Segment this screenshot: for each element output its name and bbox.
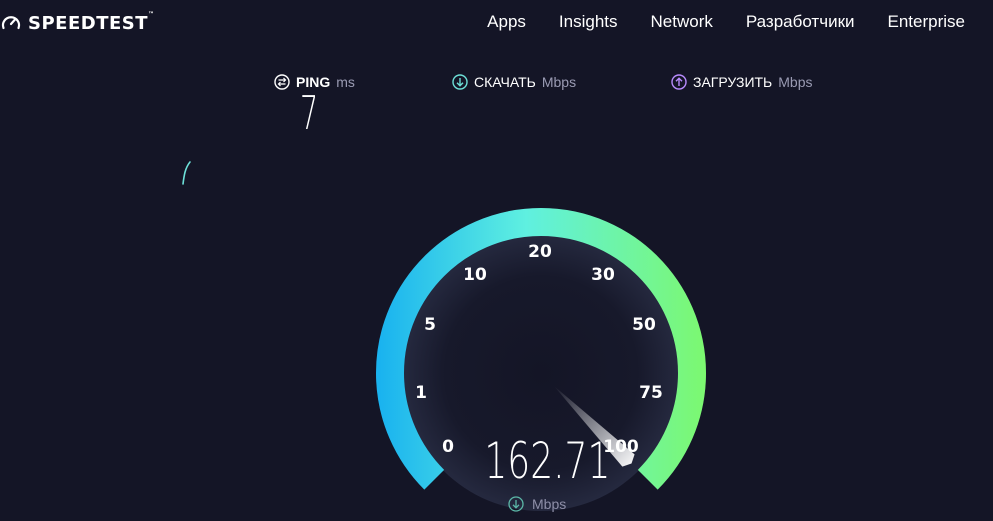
gauge-tick-30: 30 xyxy=(591,265,615,285)
download-arrow-icon xyxy=(508,496,524,512)
gauge-tick-5: 5 xyxy=(424,315,436,335)
gauge-tick-75: 75 xyxy=(639,383,663,403)
gauge-tick-1: 1 xyxy=(415,383,427,403)
speed-unit-label: Mbps xyxy=(532,496,567,512)
speedtest-page: SPEEDTEST™ Apps Insights Network Разрабо… xyxy=(0,0,993,521)
gauge-tick-20: 20 xyxy=(528,242,552,262)
gauge-tick-0: 0 xyxy=(442,437,454,457)
gauge-tick-50: 50 xyxy=(632,315,656,335)
gauge-tick-10: 10 xyxy=(463,265,487,285)
current-speed-value: 162.71 xyxy=(484,432,611,490)
current-speed-unit: Mbps xyxy=(508,496,566,512)
